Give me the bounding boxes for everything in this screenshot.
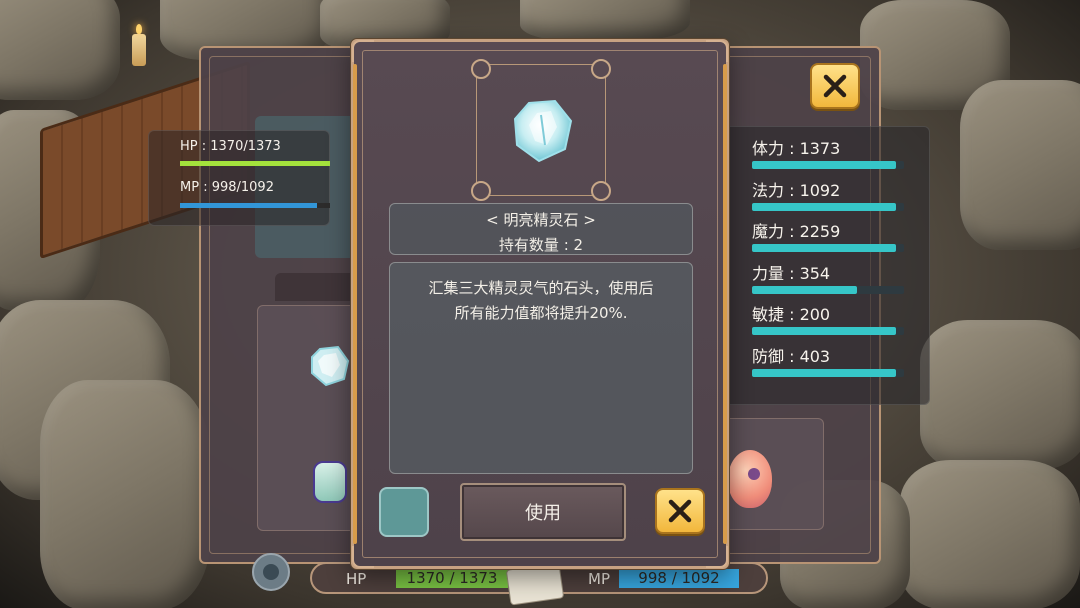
close-popup-button[interactable] xyxy=(655,488,705,534)
use-button[interactable]: 使用 xyxy=(460,483,626,541)
stat-bar-fill xyxy=(752,327,897,335)
mp-bar-fill xyxy=(180,203,318,208)
stat-row: 力量 : 354 xyxy=(752,260,904,294)
hp-bar xyxy=(180,161,330,166)
frame-corner xyxy=(706,546,728,568)
stat-bar xyxy=(752,202,904,211)
mp-text: MP : 998/1092 xyxy=(180,180,274,195)
stat-bar xyxy=(752,244,904,252)
spirit-crystal-icon xyxy=(513,99,573,163)
mp-value: 998 / 1092 xyxy=(638,569,720,587)
rock xyxy=(520,0,690,40)
item-description-box: 汇集三大精灵灵气的石头，使用后 所有能力值都将提升20%. xyxy=(389,262,693,474)
rock xyxy=(40,380,210,608)
stat-bar-fill xyxy=(752,244,897,252)
item-description-line-2: 所有能力值都将提升20%. xyxy=(454,304,628,322)
stats-panel: 体力 : 1373 法力 : 1092 魔力 : 2259 力量 : 354 敏捷 : … xyxy=(724,126,930,405)
frame-rail xyxy=(723,64,727,544)
stat-row: 敏捷 : 200 xyxy=(752,301,904,335)
mp-label: MP xyxy=(588,570,610,588)
stat-label: 法力 : 1092 xyxy=(752,180,841,200)
inventory-tab[interactable] xyxy=(275,273,360,301)
item-description-line-1: 汇集三大精灵灵气的石头，使用后 xyxy=(428,279,654,297)
mp-value-box: 998 / 1092 xyxy=(619,569,739,588)
stat-label: 魔力 : 2259 xyxy=(752,222,841,241)
frame-rail xyxy=(353,64,357,544)
frame-corner xyxy=(352,40,374,62)
item-slot[interactable] xyxy=(379,487,429,537)
stat-bar xyxy=(752,285,904,294)
stat-label: 力量 : 354 xyxy=(752,263,831,283)
item-name: < 明亮精灵石 > xyxy=(486,211,596,229)
inventory-crystal-icon[interactable] xyxy=(306,343,352,389)
hp-label: HP xyxy=(346,570,367,588)
stat-bar-fill xyxy=(752,202,897,211)
frame-ornament xyxy=(471,181,491,201)
close-x-icon xyxy=(668,499,692,523)
frame-corner xyxy=(352,546,374,568)
stat-row: 法力 : 1092 xyxy=(752,177,904,211)
item-quantity: 持有数量 : 2 xyxy=(498,236,584,254)
settings-gear-icon[interactable] xyxy=(243,550,299,594)
close-x-icon xyxy=(823,74,847,98)
rock xyxy=(960,80,1080,250)
stat-row: 魔力 : 2259 xyxy=(752,218,904,252)
stat-bar-fill xyxy=(752,161,897,169)
item-name-box: < 明亮精灵石 > 持有数量 : 2 xyxy=(389,203,693,255)
frame-ornament xyxy=(471,59,491,79)
frame-corner xyxy=(706,40,728,62)
stat-bar xyxy=(752,368,904,377)
candle-icon xyxy=(132,24,146,66)
stat-label: 体力 : 1373 xyxy=(752,139,841,158)
inventory-list xyxy=(257,305,362,531)
frame-ornament xyxy=(591,59,611,79)
hp-value: 1370 / 1373 xyxy=(406,569,498,587)
close-window-button[interactable] xyxy=(810,63,860,109)
stat-row: 体力 : 1373 xyxy=(752,135,904,169)
hp-value-box: 1370 / 1373 xyxy=(396,569,508,588)
stat-bar xyxy=(752,161,904,169)
inventory-potion-icon[interactable] xyxy=(313,461,347,503)
player-status-panel: HP : 1370/1373 MP : 998/1092 xyxy=(148,130,330,226)
item-detail-popup: < 明亮精灵石 > 持有数量 : 2 汇集三大精灵灵气的石头，使用后 所有能力值… xyxy=(351,39,729,569)
stat-bar-fill xyxy=(752,368,897,377)
hp-text: HP : 1370/1373 xyxy=(180,139,281,154)
hp-bar-fill xyxy=(180,161,330,166)
stat-bar xyxy=(752,327,904,335)
rock xyxy=(0,0,120,100)
stat-row: 防御 : 403 xyxy=(752,343,904,377)
stat-bar-fill xyxy=(752,285,857,294)
mp-bar xyxy=(180,203,330,208)
stat-label: 敏捷 : 200 xyxy=(752,305,831,324)
frame-ornament xyxy=(591,181,611,201)
inventory-egg-icon[interactable] xyxy=(728,450,772,508)
stat-label: 防御 : 403 xyxy=(752,346,831,366)
rock xyxy=(900,460,1080,608)
rock xyxy=(920,320,1080,470)
item-icon-frame xyxy=(471,59,611,201)
